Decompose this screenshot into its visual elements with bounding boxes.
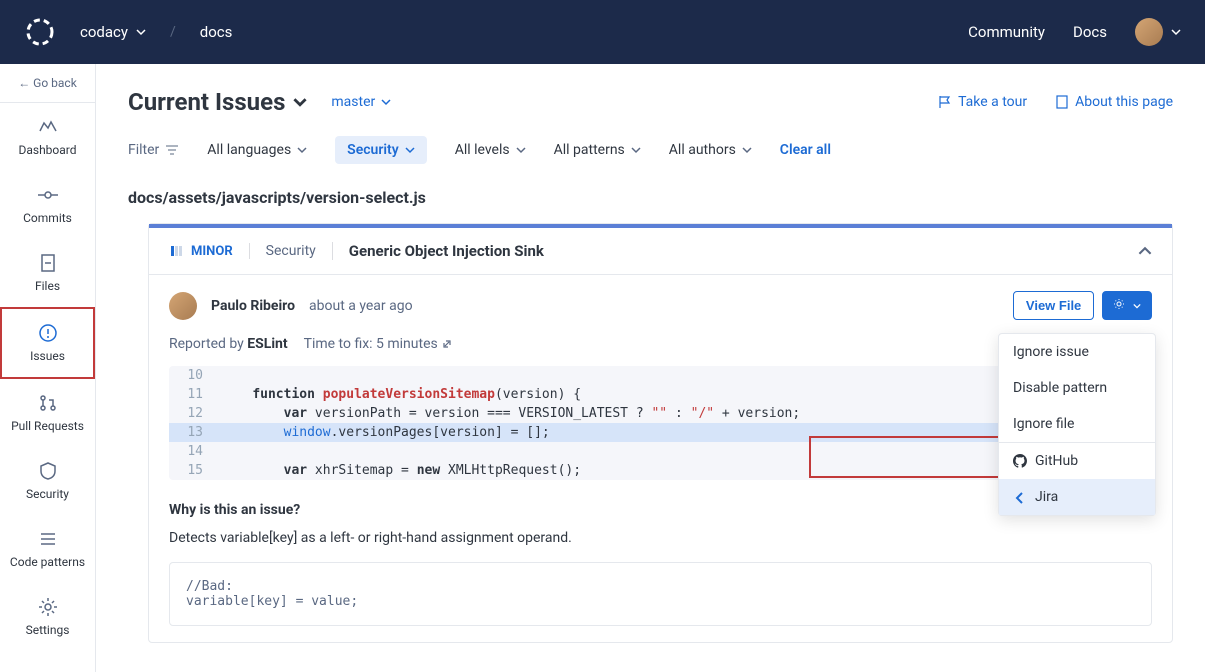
about-page-link[interactable]: About this page: [1055, 94, 1173, 110]
issue-card: MINOR Security Generic Object Injection …: [148, 223, 1173, 643]
filter-security[interactable]: Security: [335, 136, 427, 164]
dropdown-github[interactable]: GitHub: [999, 443, 1155, 479]
chevron-down-icon: [405, 145, 415, 155]
severity-badge: MINOR: [169, 244, 233, 259]
file-path: docs/assets/javascripts/version-select.j…: [128, 188, 1173, 207]
chevron-down-icon: [293, 95, 307, 109]
chevron-down-icon: [1171, 27, 1181, 37]
docs-link[interactable]: Docs: [1073, 23, 1107, 41]
why-section: Why is this an issue? Detects variable[k…: [169, 502, 1152, 626]
sidebar-item-security[interactable]: Security: [0, 447, 95, 515]
filter-bar: Filter All languages Security All levels…: [128, 136, 1173, 164]
example-code: //Bad: variable[key] = value;: [169, 562, 1152, 626]
chevron-down-icon: [516, 145, 526, 155]
chevron-down-icon: [136, 27, 146, 37]
sidebar-item-issues[interactable]: Issues: [0, 307, 95, 379]
patterns-icon: [38, 529, 58, 549]
sidebar-item-dashboard[interactable]: Dashboard: [0, 103, 95, 171]
pr-icon: [38, 393, 58, 413]
issue-category: Security: [249, 243, 316, 259]
sidebar-item-label: Commits: [23, 211, 72, 225]
issues-icon: [38, 323, 58, 343]
repo-name[interactable]: docs: [200, 23, 233, 41]
view-file-button[interactable]: View File: [1013, 291, 1094, 320]
top-header: codacy / docs Community Docs: [0, 0, 1205, 64]
chevron-down-icon: [742, 145, 752, 155]
sidebar-item-label: Settings: [26, 623, 70, 637]
filter-authors[interactable]: All authors: [669, 142, 752, 158]
issue-title: Generic Object Injection Sink: [332, 242, 544, 260]
issue-settings-button[interactable]: [1102, 291, 1152, 320]
sidebar-item-code-patterns[interactable]: Code patterns: [0, 515, 95, 583]
issue-meta: Paulo Ribeiro about a year ago View File…: [149, 275, 1172, 336]
sidebar-item-files[interactable]: Files: [0, 239, 95, 307]
dashboard-icon: [38, 117, 58, 137]
clear-all-link[interactable]: Clear all: [780, 142, 831, 158]
dropdown-ignore-file[interactable]: Ignore file: [999, 406, 1155, 442]
community-link[interactable]: Community: [968, 23, 1045, 41]
sidebar: ← Go back Dashboard Commits Files Issues…: [0, 64, 96, 672]
filter-icon: [165, 143, 179, 157]
line-number: 14: [169, 442, 213, 461]
author-avatar: [169, 292, 197, 320]
document-icon: [1055, 95, 1069, 109]
line-number: 10: [169, 366, 213, 385]
author-name: Paulo Ribeiro: [211, 298, 295, 314]
line-number: 11: [169, 385, 213, 404]
page-title[interactable]: Current Issues: [128, 88, 307, 116]
line-number: 15: [169, 461, 213, 480]
sidebar-item-label: Code patterns: [10, 555, 85, 569]
dropdown-jira[interactable]: Jira: [999, 479, 1155, 515]
breadcrumb-separator: /: [170, 24, 176, 40]
flag-icon: [938, 95, 952, 109]
avatar: [1135, 18, 1163, 46]
chevron-down-icon: [1133, 302, 1141, 310]
dropdown-disable-pattern[interactable]: Disable pattern: [999, 370, 1155, 406]
filter-patterns[interactable]: All patterns: [554, 142, 641, 158]
gear-icon: [1113, 298, 1125, 310]
jira-icon: [1013, 490, 1027, 504]
go-back-link[interactable]: ← Go back: [0, 64, 95, 103]
sidebar-item-label: Dashboard: [18, 143, 76, 157]
link-icon[interactable]: [441, 338, 453, 350]
filter-languages[interactable]: All languages: [207, 142, 307, 158]
sidebar-item-pull-requests[interactable]: Pull Requests: [0, 379, 95, 447]
user-menu[interactable]: [1135, 18, 1181, 46]
severity-icon: [169, 244, 183, 258]
issue-header[interactable]: MINOR Security Generic Object Injection …: [149, 228, 1172, 275]
sidebar-item-settings[interactable]: Settings: [0, 583, 95, 651]
line-number: 13: [169, 423, 213, 442]
take-tour-link[interactable]: Take a tour: [938, 94, 1027, 110]
issue-actions-dropdown: Ignore issue Disable pattern Ignore file…: [998, 333, 1156, 516]
org-selector[interactable]: codacy: [80, 23, 146, 41]
chevron-down-icon: [297, 145, 307, 155]
dropdown-ignore-issue[interactable]: Ignore issue: [999, 334, 1155, 370]
shield-icon: [38, 461, 58, 481]
time-ago: about a year ago: [309, 298, 413, 314]
codacy-logo-icon: [24, 16, 56, 48]
commit-icon: [38, 185, 58, 205]
gear-icon: [38, 597, 58, 617]
sidebar-item-commits[interactable]: Commits: [0, 171, 95, 239]
chevron-down-icon: [381, 97, 391, 107]
file-icon: [38, 253, 58, 273]
chevron-up-icon[interactable]: [1138, 244, 1152, 258]
sidebar-item-label: Files: [35, 279, 60, 293]
why-description: Detects variable[key] as a left- or righ…: [169, 530, 1152, 546]
main-content: Current Issues master Take a tour About …: [96, 64, 1205, 672]
branch-selector[interactable]: master: [331, 94, 391, 110]
github-icon: [1013, 454, 1027, 468]
line-number: 12: [169, 404, 213, 423]
filter-label: Filter: [128, 142, 179, 158]
sidebar-item-label: Pull Requests: [11, 419, 84, 433]
org-name: codacy: [80, 23, 128, 41]
chevron-down-icon: [631, 145, 641, 155]
filter-levels[interactable]: All levels: [455, 142, 526, 158]
sidebar-item-label: Issues: [30, 349, 65, 363]
sidebar-item-label: Security: [26, 487, 69, 501]
